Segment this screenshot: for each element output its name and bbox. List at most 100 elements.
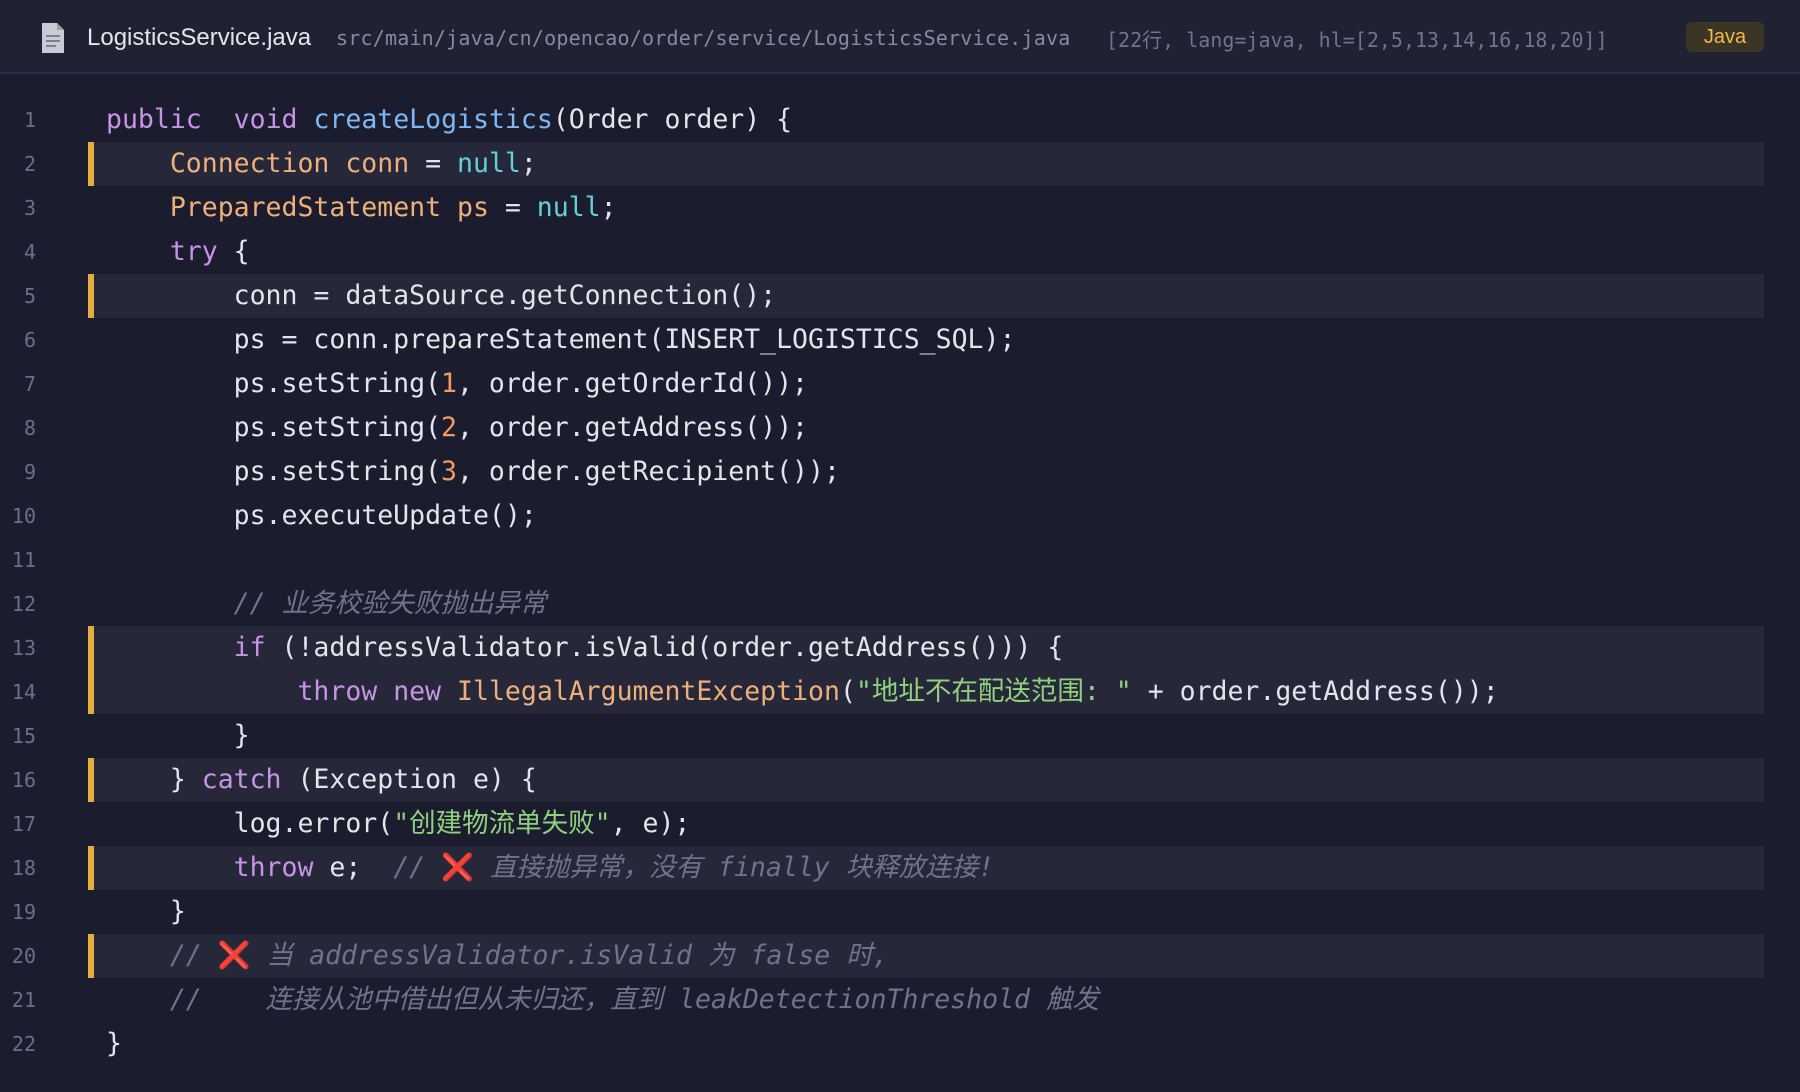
- code-line-highlighted: 20 // ❌ 当 addressValidator.isValid 为 fal…: [0, 934, 1800, 978]
- line-number: 20: [11, 944, 36, 968]
- code-token: log.error(: [106, 808, 394, 839]
- file-meta: [22行, lang=java, hl=[2,5,13,14,16,18,20]…: [1106, 28, 1608, 52]
- line-number: 6: [23, 328, 36, 352]
- code-token: (: [839, 676, 856, 707]
- line-code: // 业务校验失败抛出异常: [106, 582, 547, 626]
- code-token: conn = dataSource.getConnection();: [106, 280, 777, 311]
- code-token: "创建物流单失败": [393, 808, 611, 839]
- line-number: 1: [23, 108, 36, 132]
- line-code: ps.executeUpdate();: [106, 494, 537, 538]
- language-badge: Java: [1686, 22, 1764, 52]
- code-line-highlighted: 14 throw new IllegalArgumentException("地…: [0, 670, 1800, 714]
- line-number: 16: [11, 768, 36, 792]
- code-token: , order.getOrderId());: [457, 368, 809, 399]
- code-token: + order.getAddress());: [1131, 676, 1499, 707]
- code-token: (!addressValidator.isValid(order.getAddr…: [265, 632, 1064, 663]
- line-number: 2: [23, 152, 36, 176]
- line-number: 4: [23, 240, 36, 264]
- code-line-highlighted: 13 if (!addressValidator.isValid(order.g…: [0, 626, 1800, 670]
- code-line: 12 // 业务校验失败抛出异常: [0, 582, 1800, 626]
- code-token: ps.setString(: [106, 368, 442, 399]
- code-token: }: [106, 1028, 122, 1059]
- code-token: null: [457, 148, 521, 179]
- line-number: 10: [11, 504, 36, 528]
- line-code: // ❌ 当 addressValidator.isValid 为 false …: [106, 934, 889, 978]
- code-line: 1 public void createLogistics(Order order…: [0, 98, 1800, 142]
- code-line-highlighted: 16 } catch (Exception e) {: [0, 758, 1800, 802]
- code-token: }: [106, 896, 186, 927]
- code-token: ps = conn.prepareStatement(INSERT_LOGIST…: [106, 324, 1016, 355]
- code-token: (Order order) {: [552, 104, 793, 135]
- code-token: , order.getRecipient());: [457, 456, 840, 487]
- line-code: ps = conn.prepareStatement(INSERT_LOGIST…: [106, 318, 1016, 362]
- code-token: try: [169, 236, 218, 267]
- line-number: 14: [11, 680, 36, 704]
- code-token: throw: [297, 676, 378, 707]
- code-token: throw: [233, 852, 314, 883]
- line-code: ps.setString(1, order.getOrderId());: [106, 362, 808, 406]
- code-token: {: [217, 236, 250, 267]
- code-token: 1: [441, 368, 458, 399]
- line-code: }: [106, 1022, 122, 1066]
- code-line: 7 ps.setString(1, order.getOrderId());: [0, 362, 1800, 406]
- code-token: if: [233, 632, 266, 663]
- code-line: 6 ps = conn.prepareStatement(INSERT_LOGI…: [0, 318, 1800, 362]
- line-code: log.error("创建物流单失败", e);: [106, 802, 691, 846]
- line-number: 22: [11, 1032, 36, 1056]
- code-token: ;: [520, 148, 537, 179]
- code-token: (Exception e) {: [281, 764, 537, 795]
- code-token: IllegalArgumentException: [457, 676, 840, 707]
- code-token: , order.getAddress());: [457, 412, 809, 443]
- line-number: 18: [11, 856, 36, 880]
- file-name[interactable]: LogisticsService.java: [87, 22, 311, 54]
- code-token: =: [409, 148, 458, 179]
- code-token: ps.executeUpdate();: [106, 500, 537, 531]
- line-number: 19: [11, 900, 36, 924]
- code-line: 11: [0, 538, 1800, 582]
- line-number: 8: [23, 416, 36, 440]
- line-number: 3: [23, 196, 36, 220]
- code-line: 19 }: [0, 890, 1800, 934]
- code-token: catch: [201, 764, 282, 795]
- line-code: throw new IllegalArgumentException("地址不在…: [106, 670, 1499, 714]
- code-token: 2: [441, 412, 458, 443]
- code-token: // 连接从池中借出但从未归还，直到 leakDetectionThreshol…: [169, 984, 1099, 1015]
- code-line: 17 log.error("创建物流单失败", e);: [0, 802, 1800, 846]
- code-token: }: [106, 720, 250, 751]
- code-line: 15 }: [0, 714, 1800, 758]
- code-token: null: [536, 192, 601, 223]
- line-number: 7: [23, 372, 36, 396]
- line-number: 12: [11, 592, 36, 616]
- line-number: 11: [11, 548, 36, 572]
- line-number: 21: [11, 988, 36, 1012]
- editor-header: LogisticsService.java src/main/java/cn/o…: [0, 0, 1800, 74]
- code-line: 22}: [0, 1022, 1800, 1066]
- code-token: e;: [313, 852, 394, 883]
- code-block: 1 public void createLogistics(Order order…: [0, 98, 1800, 1066]
- line-number: 5: [23, 284, 36, 308]
- code-line-highlighted: 5 conn = dataSource.getConnection();: [0, 274, 1800, 318]
- code-token: , e);: [610, 808, 691, 839]
- line-code: ps.setString(2, order.getAddress());: [106, 406, 808, 450]
- code-token: ps.setString(: [106, 412, 442, 443]
- line-code: PreparedStatement ps = null;: [106, 186, 617, 230]
- line-number: 15: [11, 724, 36, 748]
- code-token: new: [393, 676, 442, 707]
- line-code: ps.setString(3, order.getRecipient());: [106, 450, 840, 494]
- code-token: 当 addressValidator.isValid 为 false 时,: [250, 940, 889, 971]
- line-number: 9: [23, 460, 36, 484]
- line-number: 17: [11, 812, 36, 836]
- code-line-highlighted: 18 throw e; // ❌ 直接抛异常，没有 finally 块释放连接!: [0, 846, 1800, 890]
- code-line-highlighted: 2 Connection conn = null;: [0, 142, 1800, 186]
- line-code: conn = dataSource.getConnection();: [106, 274, 776, 318]
- line-code: } catch (Exception e) {: [106, 758, 537, 802]
